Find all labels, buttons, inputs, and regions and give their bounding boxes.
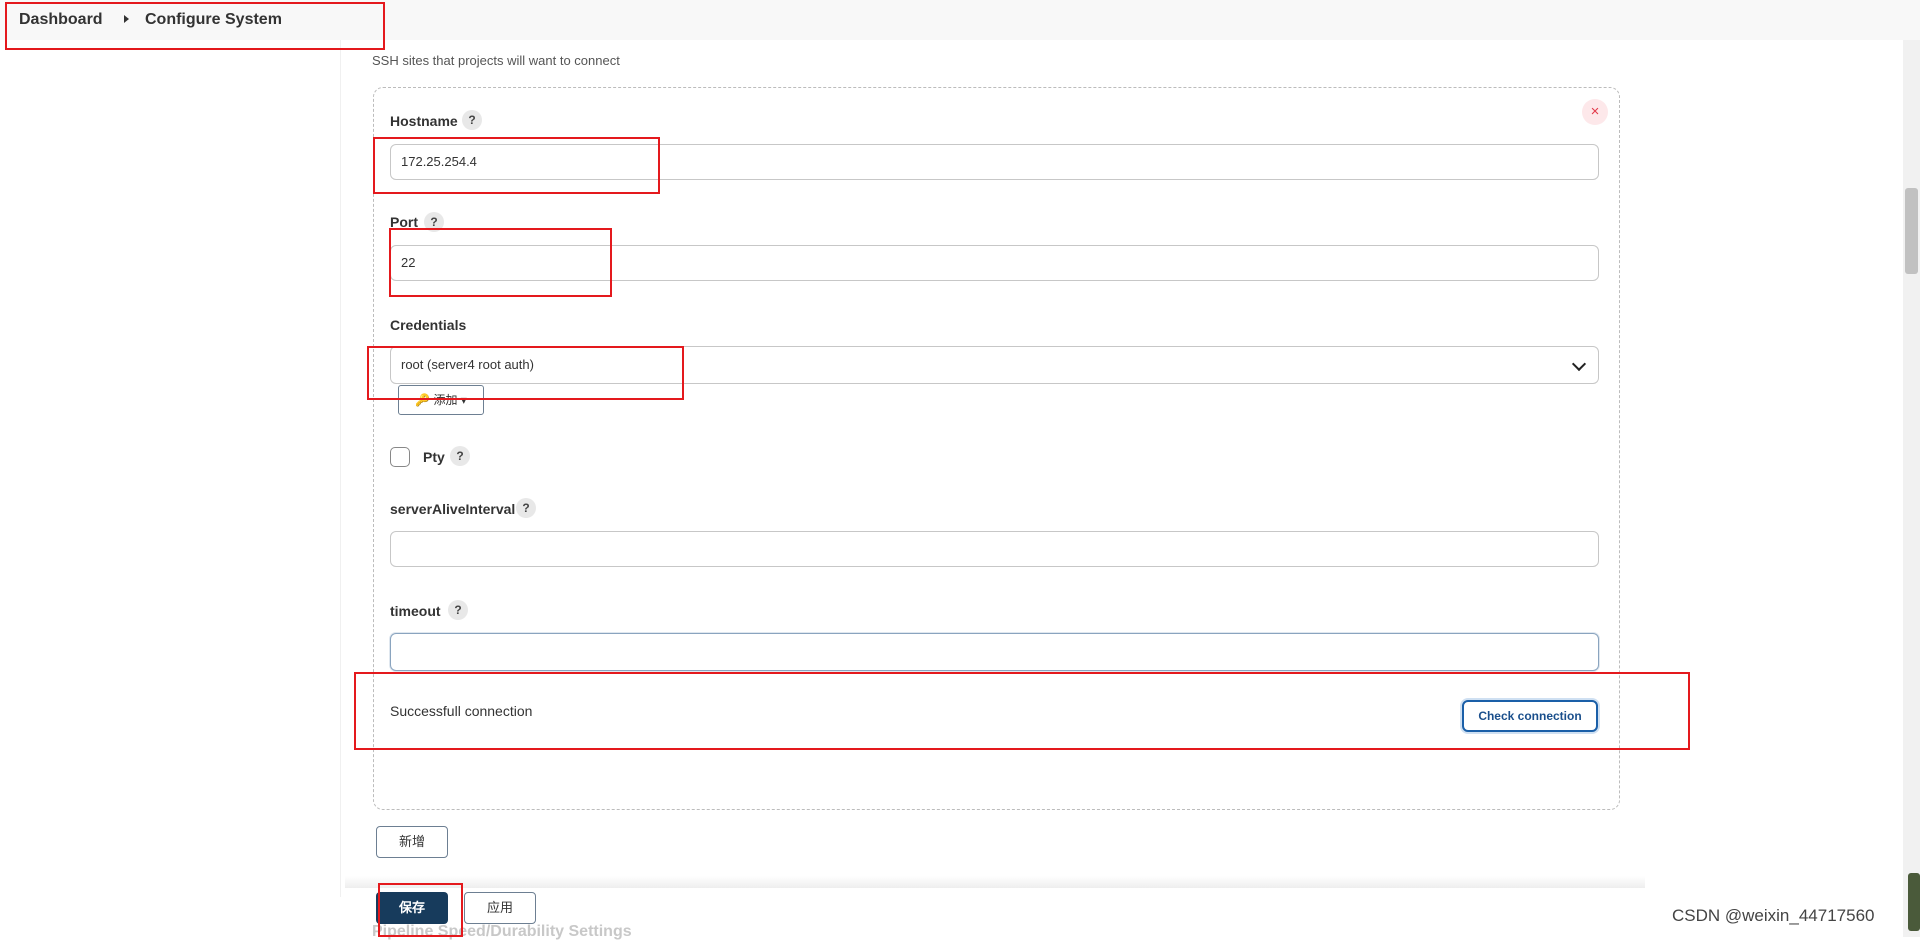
help-icon[interactable]: ? [448,600,468,620]
server-alive-interval-input[interactable] [390,531,1599,567]
pty-label: Pty [423,449,445,465]
watermark: CSDN @weixin_44717560 [1672,906,1875,925]
floating-widget-icon [1908,873,1920,931]
breadcrumb: Dashboard Configure System [0,0,1920,40]
ssh-site-card [373,87,1620,810]
server-alive-interval-label: serverAliveInterval [390,501,516,517]
help-icon[interactable]: ? [450,446,470,466]
chevron-down-icon [1571,356,1587,372]
port-label: Port [390,214,418,230]
hostname-label: Hostname [390,113,458,129]
vertical-scrollbar[interactable] [1903,40,1920,937]
port-input[interactable]: 22 [390,245,1599,281]
credentials-selected-value: root (server4 root auth) [401,357,534,372]
footer-divider [345,876,1645,888]
connection-status-text: Successfull connection [390,703,533,719]
timeout-input[interactable] [390,633,1599,671]
apply-button[interactable]: 应用 [464,892,536,924]
check-connection-button[interactable]: Check connection [1462,700,1598,732]
scrollbar-thumb[interactable] [1905,188,1918,274]
add-credentials-button[interactable]: 🔑 添加 ▾ [398,385,484,415]
breadcrumb-configure-system[interactable]: Configure System [145,11,282,29]
hostname-input[interactable]: 172.25.254.4 [390,144,1599,180]
help-icon[interactable]: ? [516,498,536,518]
credentials-select[interactable]: root (server4 root auth) [390,346,1599,384]
breadcrumb-dashboard[interactable]: Dashboard [19,11,103,29]
sidebar-divider [340,40,341,897]
next-section-heading: Pipeline Speed/Durability Settings [372,923,632,940]
breadcrumb-separator-icon [124,15,129,23]
save-button[interactable]: 保存 [376,892,448,924]
timeout-label: timeout [390,603,441,619]
pty-checkbox[interactable] [390,447,410,467]
close-icon[interactable]: × [1582,99,1608,125]
help-icon[interactable]: ? [462,110,482,130]
add-ssh-site-button[interactable]: 新增 [376,826,448,858]
help-icon[interactable]: ? [424,212,444,232]
ssh-sites-description: SSH sites that projects will want to con… [372,53,620,68]
credentials-label: Credentials [390,317,467,333]
